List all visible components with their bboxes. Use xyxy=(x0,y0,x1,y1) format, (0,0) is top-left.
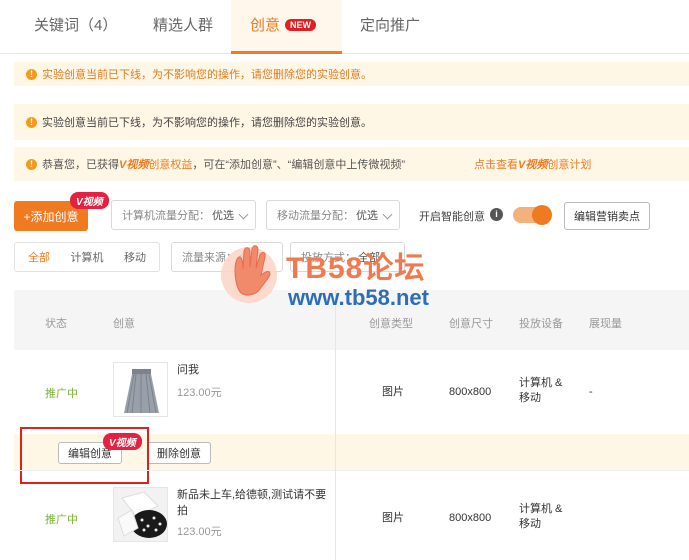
placement-label: 投放方式： xyxy=(301,252,356,264)
smart-creative-label: 开启智能创意 xyxy=(419,211,485,223)
creative-type: 图片 xyxy=(382,512,404,524)
device-filter-pc[interactable]: 计算机 xyxy=(63,243,111,271)
notice-congrats-suffix: ，可在“添加创意”、“编辑创意中上传微视频” xyxy=(192,159,405,171)
notice-rights: 创意权益 xyxy=(148,159,193,171)
notice-video-rights: ! 恭喜您，已获得 V视频 创意权益 ，可在“添加创意”、“编辑创意中上传微视频… xyxy=(14,147,689,181)
vvideo-badge: V视频 xyxy=(70,192,109,209)
tab-bar: 关键词（4） 精选人群 创意 NEW 定向推广 xyxy=(0,0,689,54)
device-filter: 全部 计算机 移动 xyxy=(14,242,160,272)
placement-value: 全部 xyxy=(358,252,380,264)
vvideo-logo: V视频 xyxy=(119,159,149,171)
vvideo-logo: V视频 xyxy=(518,159,548,171)
column-divider xyxy=(335,290,336,560)
row-status: 推广中 xyxy=(45,388,78,400)
warning-icon: ! xyxy=(26,68,37,80)
link-suffix: 创意计划 xyxy=(547,159,592,171)
header-device: 投放设备 xyxy=(519,318,563,330)
info-icon[interactable]: i xyxy=(490,208,503,221)
mobile-flow-label: 移动流量分配： xyxy=(277,210,354,222)
product-image xyxy=(114,488,167,541)
new-badge: NEW xyxy=(285,19,317,31)
table-row: 推广中 问我 123.00元 图片 800x800 计算机 & 移动 - xyxy=(14,350,689,434)
link-prefix: 点击查看 xyxy=(474,159,518,171)
table-row: 推广中 新品未上车,给德顿,测试请不要拍 123.00元 图片 800x800 … xyxy=(14,471,689,560)
notice-congrats-prefix: 恭喜您，已获得 xyxy=(42,159,119,171)
header-type: 创意类型 xyxy=(369,318,413,330)
device: 计算机 & 移动 xyxy=(519,503,563,530)
device: 计算机 & 移动 xyxy=(519,377,563,404)
device-filter-all[interactable]: 全部 xyxy=(15,243,63,271)
chevron-down-icon xyxy=(238,209,249,220)
tab-targeting[interactable]: 定向推广 xyxy=(360,14,420,35)
pc-flow-value: 优选 xyxy=(212,210,234,222)
smart-creative-toggle[interactable] xyxy=(513,205,552,225)
header-creative: 创意 xyxy=(113,318,135,330)
mobile-flow-dropdown[interactable]: 移动流量分配： 优选 xyxy=(266,200,400,230)
product-name[interactable]: 新品未上车,给德顿,测试请不要拍 xyxy=(177,487,332,519)
pc-flow-label: 计算机流量分配： xyxy=(122,210,210,222)
toggle-knob xyxy=(532,205,552,225)
flow-source-label: 流量来源： xyxy=(182,252,237,264)
skirt-image xyxy=(124,369,159,414)
notice-offline-2: ! 实验创意当前已下线，为不影响您的操作，请您删除您的实验创意。 xyxy=(14,104,689,140)
tab-creative-label: 创意 xyxy=(250,17,281,34)
warning-icon: ! xyxy=(26,116,37,128)
impressions: - xyxy=(589,386,593,398)
header-impressions: 展现量 xyxy=(589,318,622,330)
notice-text: 实验创意当前已下线，为不影响您的操作，请您删除您的实验创意。 xyxy=(42,69,372,81)
tab-keywords[interactable]: 关键词（4） xyxy=(34,14,117,35)
device-filter-mobile[interactable]: 移动 xyxy=(111,243,159,271)
creative-type: 图片 xyxy=(382,386,404,398)
row-status: 推广中 xyxy=(45,514,78,526)
product-thumbnail[interactable] xyxy=(113,362,168,417)
view-vvideo-plan-link[interactable]: 点击查看V视频创意计划 xyxy=(474,156,591,172)
mobile-flow-value: 优选 xyxy=(356,210,378,222)
notice-text: 实验创意当前已下线，为不影响您的操作，请您删除您的实验创意。 xyxy=(42,117,372,129)
delete-creative-button[interactable]: 删除创意 xyxy=(147,442,211,464)
product-price: 123.00元 xyxy=(177,387,222,399)
product-price: 123.00元 xyxy=(177,526,222,538)
header-status: 状态 xyxy=(45,318,67,330)
flow-source-dropdown[interactable]: 流量来源： 全部 xyxy=(171,242,283,272)
product-thumbnail[interactable] xyxy=(113,487,168,542)
tab-audience[interactable]: 精选人群 xyxy=(153,14,213,35)
creative-size: 800x800 xyxy=(449,386,492,398)
edit-selling-points-button[interactable]: 编辑营销卖点 xyxy=(564,202,650,230)
warning-icon: ! xyxy=(26,158,37,170)
flow-source-value: 全部 xyxy=(239,252,261,264)
product-name[interactable]: 问我 xyxy=(177,362,199,378)
placement-dropdown[interactable]: 投放方式： 全部 xyxy=(290,242,405,272)
table-header: 状态 创意 创意类型 创意尺寸 投放设备 展现量 xyxy=(14,290,689,350)
chevron-down-icon xyxy=(382,209,393,220)
notice-offline-1: ! 实验创意当前已下线，为不影响您的操作，请您删除您的实验创意。 xyxy=(14,62,689,86)
pc-flow-dropdown[interactable]: 计算机流量分配： 优选 xyxy=(111,200,256,230)
tab-creative[interactable]: 创意 NEW xyxy=(250,14,317,35)
active-tab-indicator xyxy=(231,51,342,54)
header-size: 创意尺寸 xyxy=(449,318,493,330)
creative-size: 800x800 xyxy=(449,512,492,524)
